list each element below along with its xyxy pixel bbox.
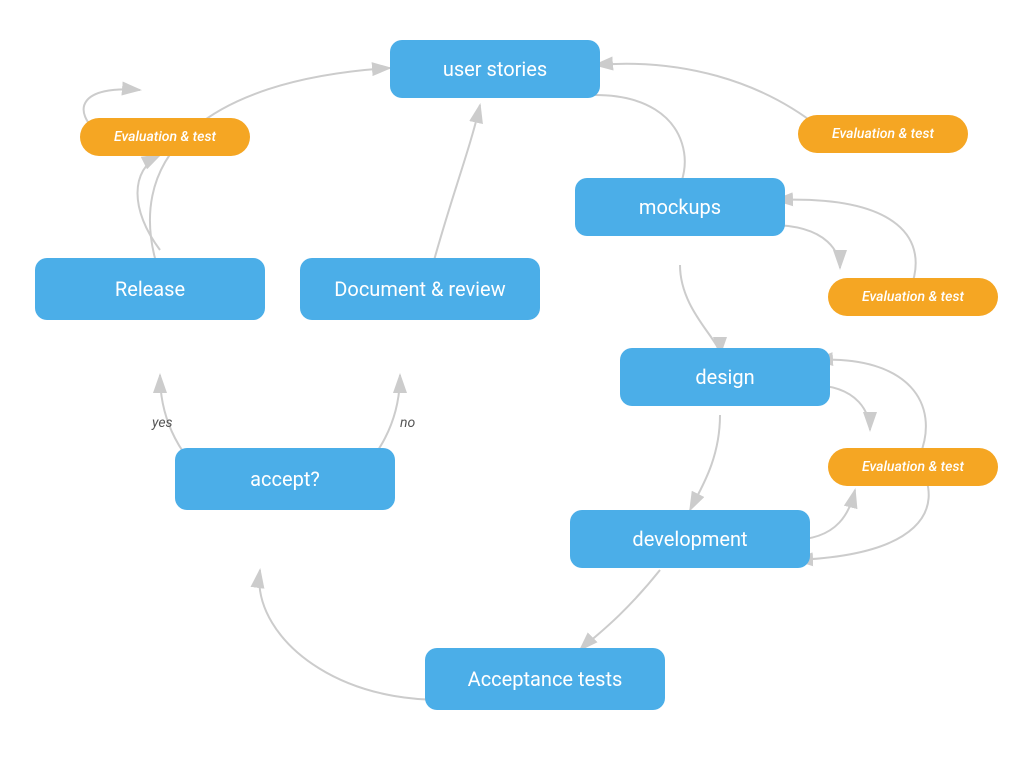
eval3-node: Evaluation & test xyxy=(828,278,998,316)
eval2-node: Evaluation & test xyxy=(798,115,968,153)
eval4-node: Evaluation & test xyxy=(828,448,998,486)
yes-label: yes xyxy=(152,415,173,431)
user-stories-node: user stories xyxy=(390,40,600,98)
eval1-node: Evaluation & test xyxy=(80,118,250,156)
mockups-node: mockups xyxy=(575,178,785,236)
diagram-container: user stories mockups design development … xyxy=(0,0,1024,768)
document-review-node: Document & review xyxy=(300,258,540,320)
development-node: development xyxy=(570,510,810,568)
design-node: design xyxy=(620,348,830,406)
accept-node: accept? xyxy=(175,448,395,510)
acceptance-tests-node: Acceptance tests xyxy=(425,648,665,710)
no-label: no xyxy=(400,415,415,431)
release-node: Release xyxy=(35,258,265,320)
